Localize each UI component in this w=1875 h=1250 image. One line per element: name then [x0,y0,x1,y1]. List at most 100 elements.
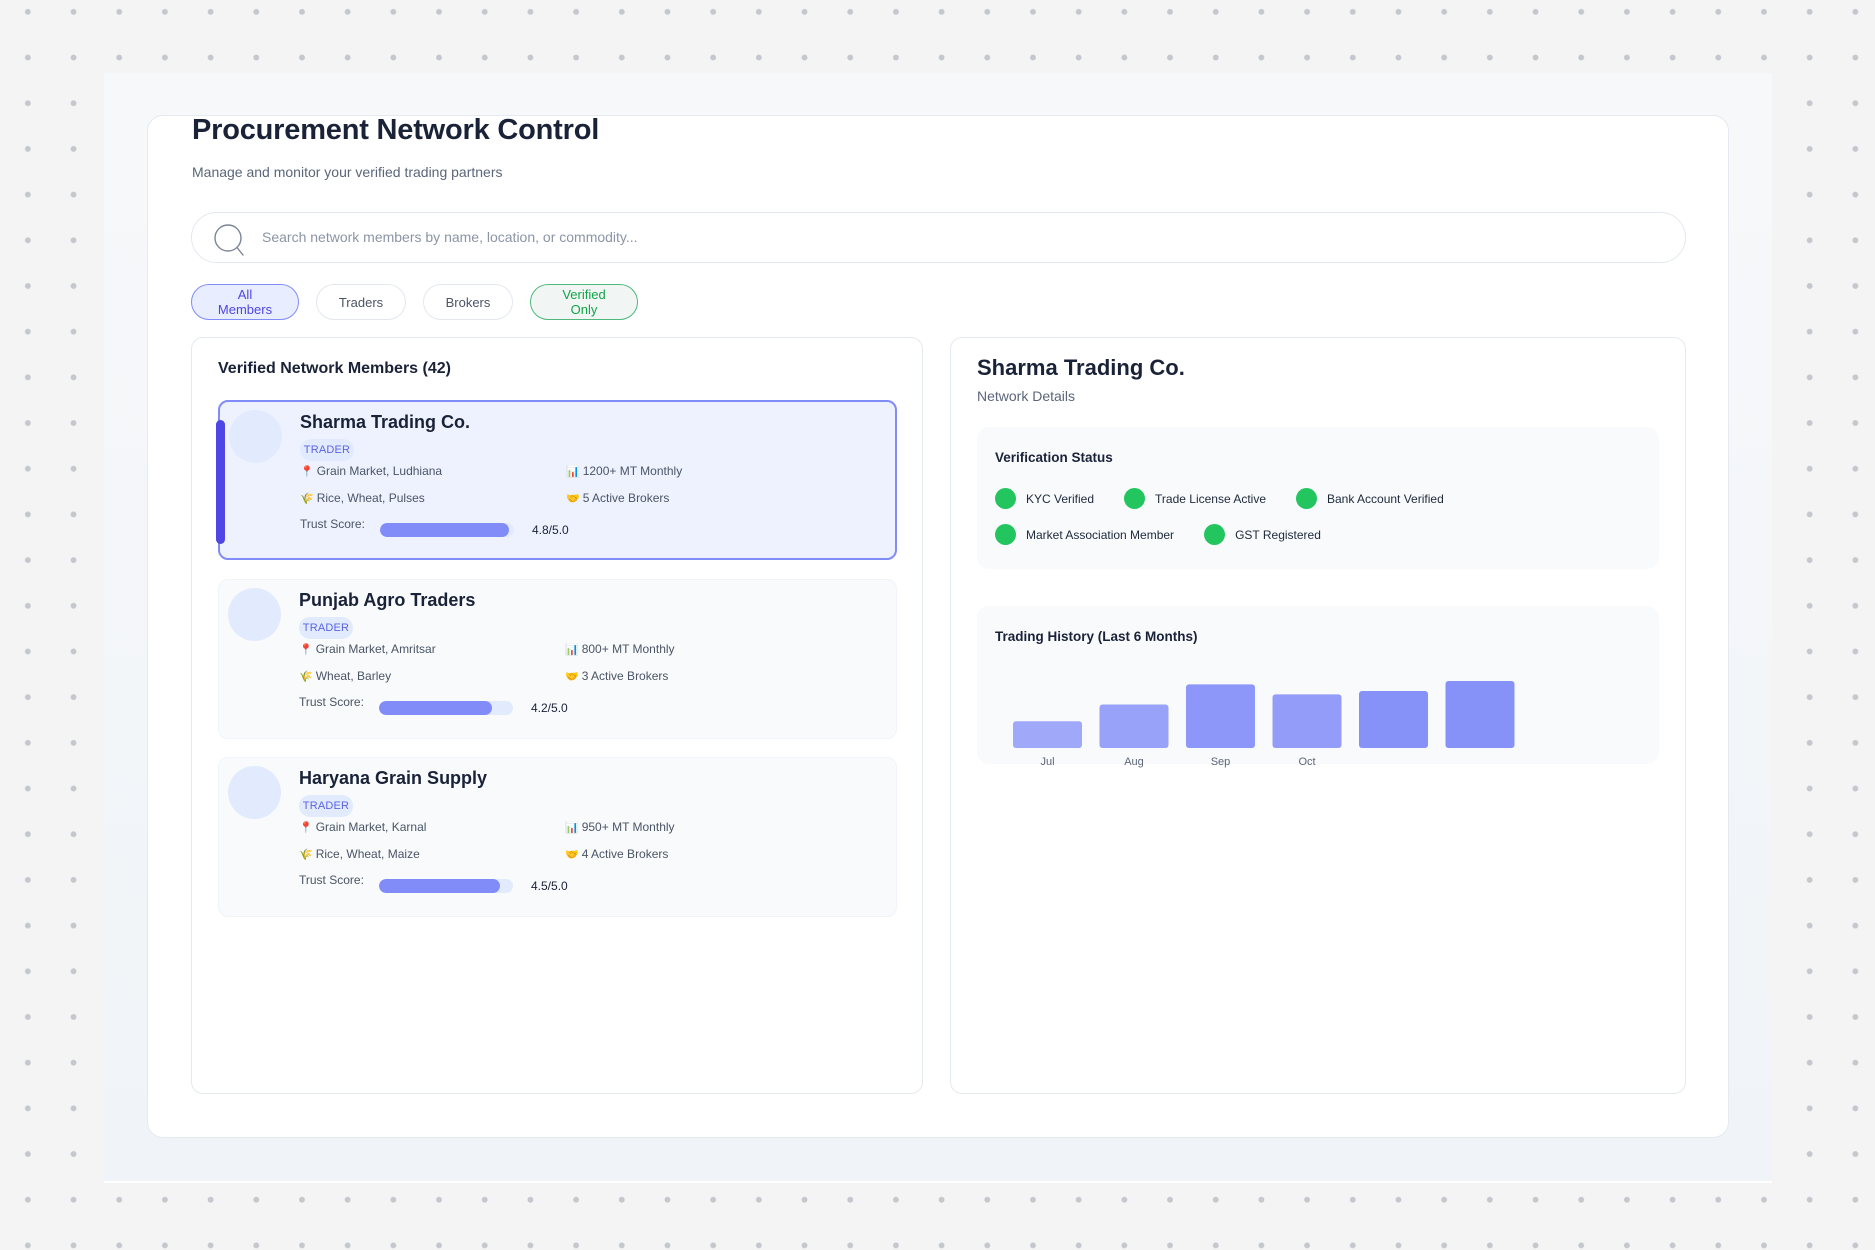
volume-text: 800+ MT Monthly [581,642,675,656]
filter-all-members[interactable]: All Members [191,284,299,320]
member-name: Sharma Trading Co. [300,412,471,432]
member-location: 📍 Grain Market, Ludhiana [300,464,442,478]
member-type-badge: TRADER [299,795,353,817]
verification-label: GST Registered [1235,527,1321,542]
verification-label: KYC Verified [1026,491,1095,506]
verification-item-trade-license: Trade License Active [1124,488,1266,509]
location-pin-icon: 📍 [299,644,313,656]
member-type-badge: TRADER [300,439,354,461]
member-card-sharma[interactable]: Sharma Trading Co. TRADER 📍 Grain Market,… [216,400,897,560]
trust-score-value: 4.2/5.0 [531,701,568,715]
verification-label: Trade License Active [1155,491,1266,506]
selected-indicator [216,420,225,544]
trust-score-value: 4.8/5.0 [532,523,569,537]
verification-item-kyc: KYC Verified [995,488,1094,509]
trust-score-bar [379,701,513,715]
member-brokers: 🤝 4 Active Brokers [565,847,668,861]
trading-history-chart: Jul Aug Sep Oct [1013,681,1515,768]
handshake-icon: 🤝 [566,493,580,505]
member-card-punjab[interactable]: Punjab Agro Traders TRADER 📍 Grain Market… [218,579,897,739]
location-text: Grain Market, Karnal [315,820,427,834]
verification-list: KYC Verified Trade License Active Bank A… [995,488,1615,545]
status-dot-icon [1124,488,1146,509]
member-commodities: 🌾 Rice, Wheat, Maize [299,847,420,861]
member-commodities: 🌾 Rice, Wheat, Pulses [300,491,425,505]
trust-score-value: 4.5/5.0 [531,879,568,893]
verification-label: Market Association Member [1026,527,1175,542]
chart-x-label: Oct [1298,756,1315,768]
volume-text: 950+ MT Monthly [581,820,675,834]
filter-brokers[interactable]: Brokers [423,284,513,320]
brokers-text: 3 Active Brokers [581,669,669,683]
details-subtitle: Network Details [977,388,1076,404]
location-text: Grain Market, Amritsar [315,642,436,656]
trust-score-fill [380,523,509,537]
brokers-text: 5 Active Brokers [582,491,670,505]
member-volume: 📊 1200+ MT Monthly [566,464,682,478]
chart-bar-4 [1272,694,1342,748]
verification-item-gst: GST Registered [1204,524,1321,545]
chart-bar-5 [1359,691,1428,748]
location-pin-icon: 📍 [299,822,313,834]
search-input[interactable] [262,213,1642,261]
avatar [229,410,282,463]
avatar [228,766,281,819]
verification-status-box: Verification Status KYC Verified Trade L… [977,427,1659,569]
member-name: Punjab Agro Traders [299,590,476,610]
verification-label: Bank Account Verified [1327,491,1444,506]
chart-bar-3 [1186,684,1255,748]
trust-score-bar [379,879,513,893]
trust-score-bar [380,523,514,537]
details-panel: Sharma Trading Co. Network Details Verif… [950,337,1686,1094]
members-heading: Verified Network Members (42) [218,360,451,377]
avatar [228,588,281,641]
filter-verified-only[interactable]: Verified Only [530,284,638,320]
trust-label: Trust Score: [299,695,364,709]
verification-title: Verification Status [995,450,1113,465]
filter-chips: All Members Traders Brokers Verified Onl… [191,284,638,320]
volume-text: 1200+ MT Monthly [582,464,683,478]
bar-chart-icon: 📊 [565,644,579,656]
chart-bar-1 [1013,721,1082,748]
member-name: Haryana Grain Supply [299,768,488,788]
trust-score-fill [379,879,500,893]
trust-label: Trust Score: [299,873,364,887]
page-subtitle: Manage and monitor your verified trading… [192,164,503,180]
chart-bar-6 [1445,681,1515,748]
filter-traders[interactable]: Traders [316,284,406,320]
bar-chart-icon: 📊 [565,822,579,834]
status-dot-icon [1296,488,1317,509]
location-pin-icon: 📍 [300,466,314,478]
member-location: 📍 Grain Market, Karnal [299,820,426,834]
page-title: Procurement Network Control [192,114,600,146]
trust-label: Trust Score: [300,517,365,531]
chart-x-label: Aug [1124,756,1144,768]
member-location: 📍 Grain Market, Amritsar [299,642,436,656]
location-text: Grain Market, Ludhiana [316,464,443,478]
chart-x-label: Jul [1040,756,1054,768]
search-bar[interactable] [191,212,1686,263]
brokers-text: 4 Active Brokers [581,847,669,861]
member-brokers: 🤝 5 Active Brokers [566,491,669,505]
grain-icon: 🌾 [299,671,313,683]
status-dot-icon [995,488,1016,509]
members-panel: Verified Network Members (42) Sharma Tra… [191,337,923,1094]
grain-icon: 🌾 [300,493,314,505]
commodities-text: Rice, Wheat, Maize [315,847,420,861]
member-card-haryana[interactable]: Haryana Grain Supply TRADER 📍 Grain Marke… [218,757,897,917]
verification-item-market-association: Market Association Member [995,524,1174,545]
commodities-text: Wheat, Barley [315,669,392,683]
trust-score-fill [379,701,492,715]
trading-history-box: Trading History (Last 6 Months) Jul Aug Se… [977,606,1659,768]
bar-chart-icon: 📊 [566,466,580,478]
status-dot-icon [995,524,1016,545]
member-commodities: 🌾 Wheat, Barley [299,669,391,683]
status-dot-icon [1204,524,1226,545]
member-volume: 📊 800+ MT Monthly [565,642,675,656]
chart-bar-2 [1099,704,1169,748]
member-type-badge: TRADER [299,617,353,639]
search-icon [214,224,244,256]
chart-x-label: Sep [1211,756,1231,768]
handshake-icon: 🤝 [565,671,579,683]
commodities-text: Rice, Wheat, Pulses [316,491,425,505]
